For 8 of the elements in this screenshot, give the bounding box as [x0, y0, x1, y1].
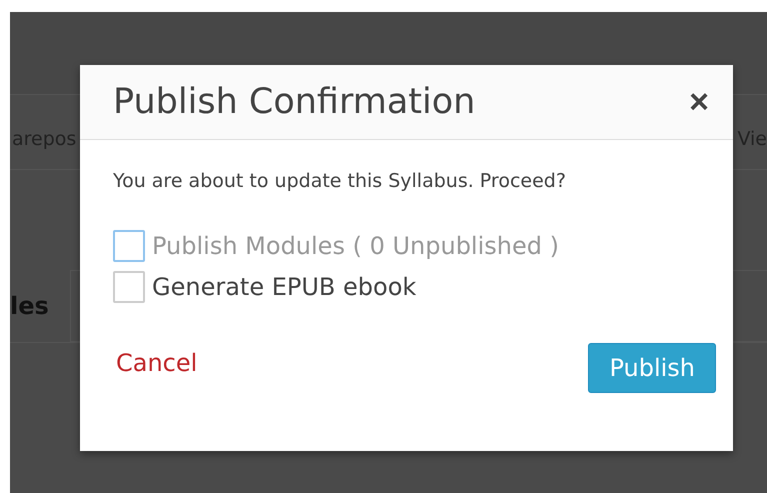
dialog-title: Publish Confirmation	[113, 82, 476, 122]
confirmation-message: You are about to update this Syllabus. Proceed?	[113, 170, 567, 192]
section-heading: les	[10, 291, 50, 322]
cancel-link[interactable]: Cancel	[116, 349, 198, 377]
checkbox[interactable]	[113, 271, 145, 303]
checkbox-label: Publish Modules ( 0 Unpublished )	[152, 232, 559, 260]
close-button[interactable]: ×	[689, 85, 709, 119]
checkbox-label: Generate EPUB ebook	[152, 273, 416, 301]
